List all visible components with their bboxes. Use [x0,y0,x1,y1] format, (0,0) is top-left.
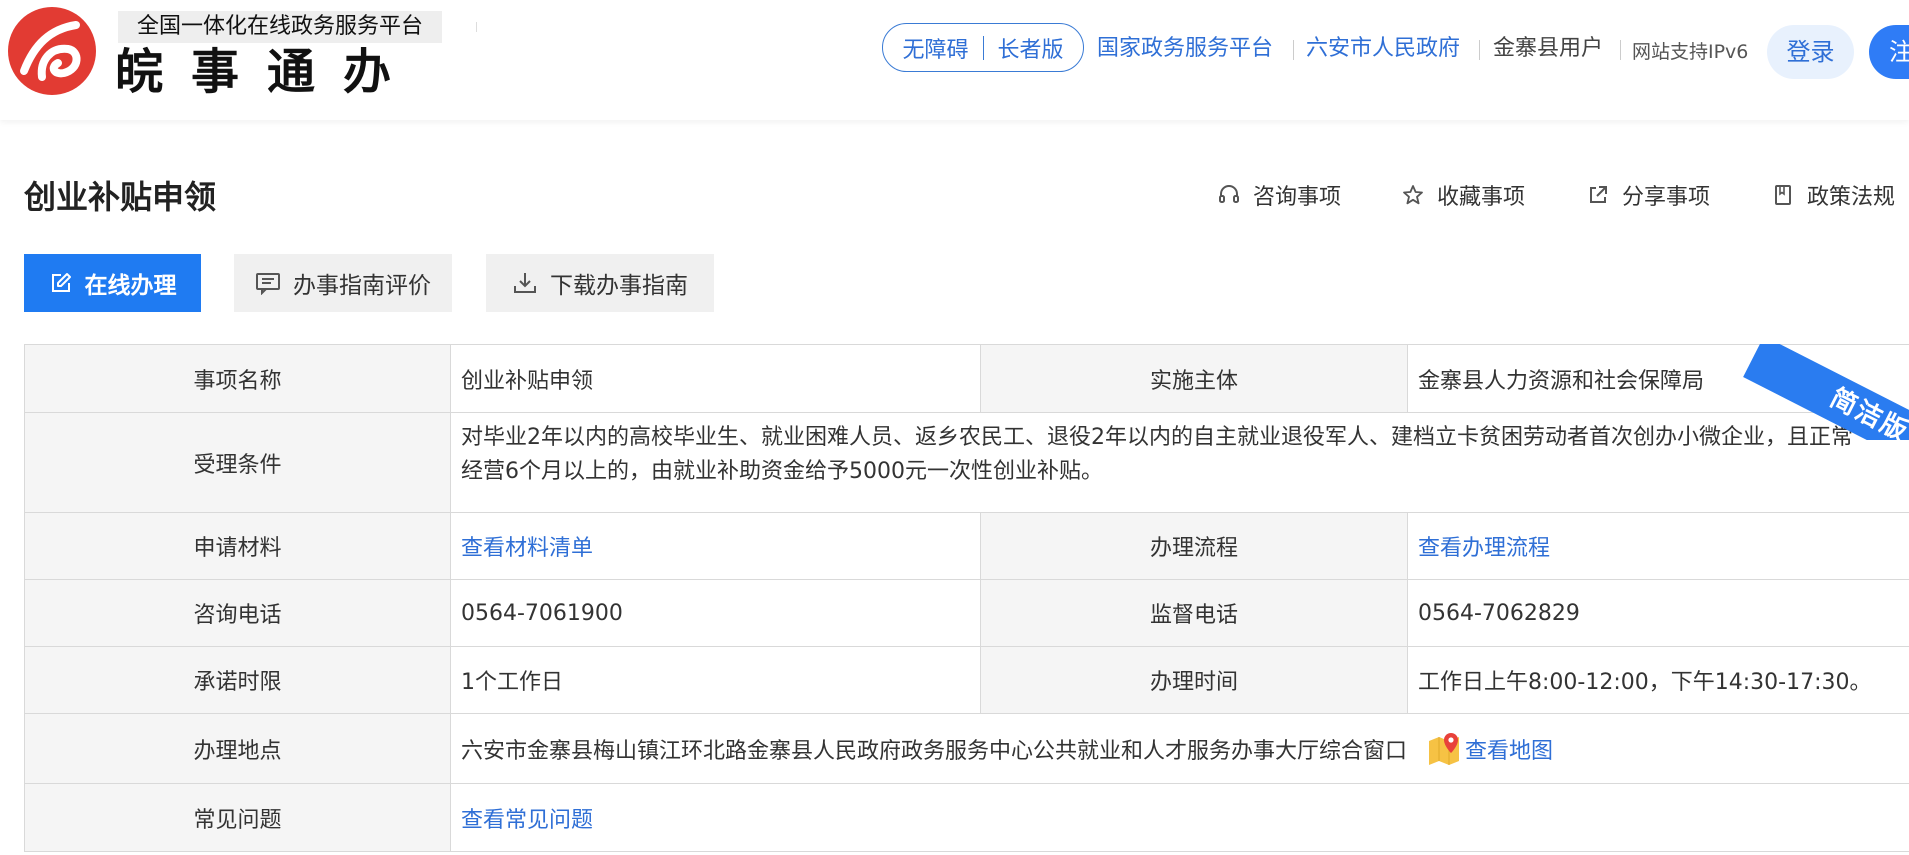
login-button[interactable]: 登录 [1767,25,1854,79]
accessibility-pill: 无障碍 长者版 [882,23,1084,72]
county-user-link[interactable]: 金寨县用户 [1493,34,1603,64]
favorite-action-label: 收藏事项 [1437,185,1526,210]
materials-link[interactable]: 查看材料清单 [461,530,593,562]
process-label: 办理流程 [981,513,1408,579]
process-link[interactable]: 查看办理流程 [1418,530,1550,562]
nav-divider [1479,40,1480,60]
supervise-phone-label: 监督电话 [981,580,1408,646]
consult-phone-value: 0564-7061900 [451,580,981,646]
ipv6-notice: 网站支持IPv6 [1632,41,1749,63]
nav-divider [1293,40,1294,60]
edit-icon [51,273,71,292]
executor-label: 实施主体 [981,345,1408,412]
logo-divider [476,22,477,32]
consult-phone-label: 咨询电话 [24,580,451,646]
consult-action[interactable]: 咨询事项 [1217,178,1341,212]
item-name-label: 事项名称 [24,345,451,412]
deadline-value: 1个工作日 [451,647,981,713]
table-row: 承诺时限 1个工作日 办理时间 工作日上午8:00-12:00，下午14:30-… [24,647,1909,714]
pill-divider [982,35,984,60]
location-value: 六安市金寨县梅山镇江环北路金寨县人民政府政务服务中心公共就业和人才服务办事大厅综… [461,738,1408,764]
simple-version-ribbon[interactable]: 简洁版 [1740,344,1909,440]
download-guide-label: 下载办事指南 [550,273,688,299]
accessibility-link[interactable]: 无障碍 [902,32,968,64]
hours-label: 办理时间 [981,647,1408,713]
site-header: 全国一体化在线政务服务平台 皖事通办 无障碍 长者版 国家政务服务平台 六安市人… [0,0,1909,120]
info-table: 事项名称 创业补贴申领 实施主体 金寨县人力资源和社会保障局 受理条件 对毕业2… [24,344,1909,852]
table-row: 办理地点 六安市金寨县梅山镇江环北路金寨县人民政府政务服务中心公共就业和人才服务… [24,714,1909,784]
guide-review-button[interactable]: 办事指南评价 [234,254,452,312]
item-name-value: 创业补贴申领 [451,345,981,412]
table-row: 申请材料 查看材料清单 办理流程 查看办理流程 [24,513,1909,580]
headset-icon [1219,185,1239,203]
ribbon-label: 简洁版 [1743,344,1909,440]
download-icon [514,273,536,293]
register-button[interactable]: 注册 [1869,25,1909,79]
online-apply-button[interactable]: 在线办理 [24,254,201,312]
table-row: 咨询电话 0564-7061900 监督电话 0564-7062829 [24,580,1909,647]
table-row: 常见问题 查看常见问题 [24,784,1909,852]
conditions-line-2: 经营6个月以上的，由就业补助资金给予5000元一次性创业补贴。 [461,459,1103,484]
table-row: 受理条件 对毕业2年以内的高校毕业生、就业困难人员、返乡农民工、退役2年以内的自… [24,413,1909,513]
nav-divider [1620,40,1621,60]
process-cell: 查看办理流程 [1408,513,1909,579]
hours-value: 工作日上午8:00-12:00，下午14:30-17:30。 [1418,670,1872,695]
page-title: 创业补贴申领 [24,178,217,216]
app-title[interactable]: 皖事通办 [115,44,419,100]
faq-cell: 查看常见问题 [451,784,1909,851]
guide-review-label: 办事指南评价 [293,273,431,299]
share-action-label: 分享事项 [1622,185,1711,210]
favorite-action[interactable]: 收藏事项 [1401,178,1525,212]
platform-subtitle: 全国一体化在线政务服务平台 [118,11,442,43]
policy-action[interactable]: 政策法规 [1771,178,1895,212]
share-icon [1590,186,1607,203]
map-link[interactable]: 查看地图 [1465,733,1553,765]
star-icon [1403,185,1423,205]
online-apply-label: 在线办理 [84,273,177,299]
book-icon [1775,185,1791,205]
logo-icon[interactable] [6,5,98,97]
location-label: 办理地点 [24,714,451,783]
elder-mode-link[interactable]: 长者版 [998,32,1064,64]
conditions-line-1: 对毕业2年以内的高校毕业生、就业困难人员、返乡农民工、退役2年以内的自主就业退役… [461,425,1853,450]
policy-action-label: 政策法规 [1807,185,1896,210]
map-pin-icon[interactable] [1427,731,1463,767]
faq-label: 常见问题 [24,784,451,851]
supervise-phone-value: 0564-7062829 [1418,600,1580,626]
download-guide-button[interactable]: 下载办事指南 [486,254,714,312]
conditions-value: 对毕业2年以内的高校毕业生、就业困难人员、返乡农民工、退役2年以内的自主就业退役… [451,413,1909,512]
deadline-label: 承诺时限 [24,647,451,713]
materials-cell: 查看材料清单 [451,513,981,579]
materials-label: 申请材料 [24,513,451,579]
national-platform-link[interactable]: 国家政务服务平台 [1097,34,1273,64]
city-gov-link[interactable]: 六安市人民政府 [1306,34,1460,64]
conditions-label: 受理条件 [24,413,451,512]
comment-icon [256,273,280,295]
faq-link[interactable]: 查看常见问题 [461,802,593,834]
table-row: 事项名称 创业补贴申领 实施主体 金寨县人力资源和社会保障局 [24,345,1909,413]
share-action[interactable]: 分享事项 [1586,178,1710,212]
location-cell: 六安市金寨县梅山镇江环北路金寨县人民政府政务服务中心公共就业和人才服务办事大厅综… [451,714,1909,783]
consult-action-label: 咨询事项 [1253,185,1342,210]
